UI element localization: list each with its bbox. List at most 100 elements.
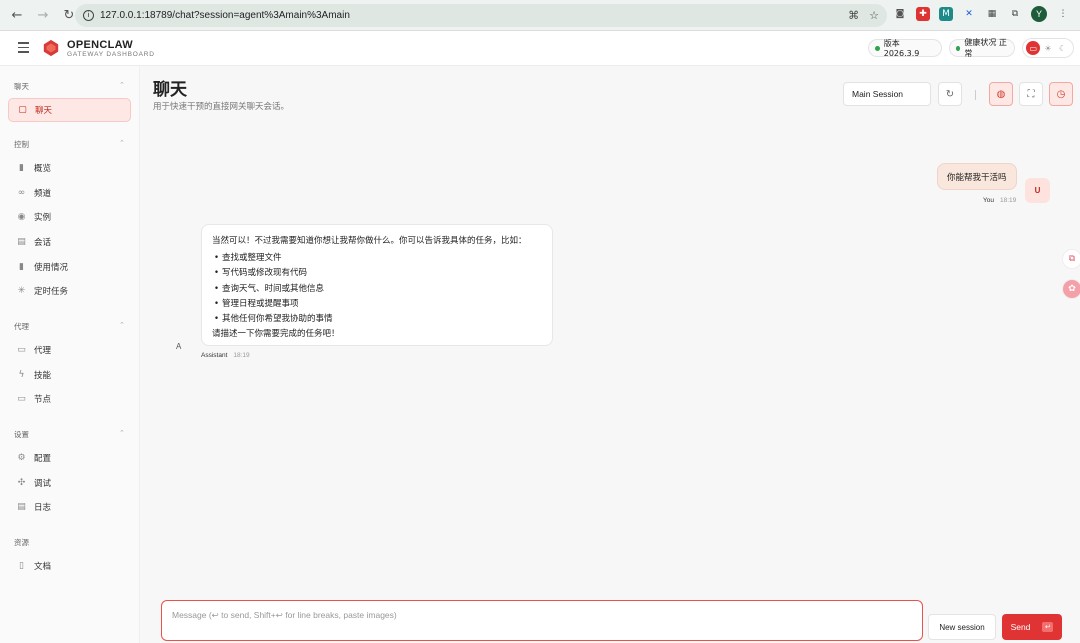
app-header: OPENCLAW GATEWAY DASHBOARD 版本 2026.3.9 健… bbox=[0, 31, 1080, 66]
brand-name: OPENCLAW bbox=[67, 39, 133, 51]
profile-avatar[interactable]: Y bbox=[1031, 6, 1047, 22]
sidebar-item-sessions[interactable]: ▤ 会话 bbox=[8, 230, 131, 254]
sun-icon[interactable]: ☀ bbox=[1041, 41, 1055, 55]
assistant-avatar: A bbox=[176, 342, 182, 351]
folder-icon: ▭ bbox=[17, 345, 26, 355]
assistant-sender: Assistant bbox=[201, 352, 228, 359]
sidebar-item-docs[interactable]: ▯ 文档 bbox=[8, 554, 131, 578]
usage-chart-icon: ▮ bbox=[19, 262, 24, 272]
focus-mode-icon[interactable]: ⛶ bbox=[1019, 82, 1043, 106]
extension-blue-icon[interactable]: ✕ bbox=[962, 7, 976, 21]
sidebar-item-label: 配置 bbox=[34, 454, 52, 464]
extension-teal-icon[interactable]: M bbox=[939, 7, 953, 21]
session-select[interactable]: Main Session bbox=[843, 82, 931, 106]
sidebar-item-label: 概览 bbox=[34, 164, 52, 174]
version-badge: 版本 2026.3.9 bbox=[868, 39, 942, 58]
sidebar-item-chat[interactable]: ▢ 聊天 bbox=[8, 98, 131, 122]
clock-icon[interactable]: ◷ bbox=[1049, 82, 1073, 106]
loader-icon: ✳ bbox=[17, 286, 26, 296]
assistant-timestamp: 18:19 bbox=[233, 352, 250, 359]
bolt-icon: ϟ bbox=[18, 370, 25, 380]
monitor-theme-icon[interactable]: ▭ bbox=[1026, 41, 1041, 55]
sidebar-item-channels[interactable]: ∞ 频道 bbox=[8, 181, 131, 205]
book-icon: ▯ bbox=[19, 561, 24, 571]
sidebar-item-usage[interactable]: ▮ 使用情况 bbox=[8, 255, 131, 279]
sidebar-item-nodes[interactable]: ▭ 节点 bbox=[8, 387, 131, 411]
sidebar: 聊天 ⌃ ▢ 聊天 控制 ⌃ ▮ 概览 ∞ 频道 ◉ 实例 ▤ 会话 ▮ 使用情况 ✳ 定时任… bbox=[0, 66, 140, 643]
health-badge: 健康状况 正常 bbox=[949, 38, 1015, 58]
user-timestamp: 18:19 bbox=[999, 197, 1017, 204]
theme-switcher: ▭ ☀ ☾ bbox=[1022, 38, 1074, 58]
browser-menu-icon[interactable]: ⋮ bbox=[1056, 7, 1070, 21]
sidebar-item-label: 调试 bbox=[34, 479, 52, 489]
back-icon[interactable]: ← bbox=[6, 4, 28, 26]
sidebar-item-label: 日志 bbox=[34, 503, 52, 513]
sidebar-item-cron[interactable]: ✳ 定时任务 bbox=[8, 279, 131, 303]
chevron-up-icon[interactable]: ⌃ bbox=[119, 429, 125, 437]
translate-icon[interactable]: ⌘ bbox=[848, 9, 859, 22]
sidebar-item-overview[interactable]: ▮ 概览 bbox=[8, 156, 131, 180]
assistant-outro: 请描述一下你需要完成的任务吧！ bbox=[212, 329, 340, 340]
section-title-agents: 代理 bbox=[14, 322, 29, 331]
translate-float-icon[interactable]: ⧉ bbox=[1062, 249, 1080, 269]
sidebar-item-debug[interactable]: ✣ 调试 bbox=[8, 471, 131, 495]
site-info-icon[interactable]: i bbox=[83, 10, 94, 21]
sidebar-item-label: 代理 bbox=[34, 346, 52, 356]
sidebar-item-label: 技能 bbox=[34, 371, 52, 381]
chat-icon: ▢ bbox=[18, 105, 27, 115]
chevron-up-icon[interactable]: ⌃ bbox=[119, 139, 125, 147]
sidebar-item-label: 节点 bbox=[34, 395, 52, 405]
assistant-message-bubble: 当然可以！不过我需要知道你想让我帮你做什么。你可以告诉我具体的任务，比如： 查找… bbox=[201, 224, 553, 346]
url-text: 127.0.0.1:18789/chat?session=agent%3Amai… bbox=[100, 10, 350, 21]
browser-toolbar: ← → ↻ i 127.0.0.1:18789/chat?session=age… bbox=[0, 0, 1080, 31]
assistant-list: 查找或整理文件 写代码或修改现有代码 查询天气、时间或其他信息 管理日程或提醒事… bbox=[212, 251, 542, 327]
send-button[interactable]: Send ↵ bbox=[1002, 614, 1062, 640]
assistant-float-icon[interactable]: ✿ bbox=[1062, 279, 1080, 299]
section-title-chat: 聊天 bbox=[14, 82, 29, 91]
bug-icon: ✣ bbox=[17, 478, 26, 488]
new-session-button[interactable]: New session bbox=[928, 614, 996, 640]
page-subtitle: 用于快速干预的直接网关聊天会话。 bbox=[153, 102, 290, 112]
extension-red-icon[interactable]: ✚ bbox=[916, 7, 930, 21]
refresh-icon[interactable]: ↻ bbox=[938, 82, 962, 106]
sidebar-item-instances[interactable]: ◉ 实例 bbox=[8, 205, 131, 229]
list-item: 管理日程或提醒事项 bbox=[212, 297, 542, 312]
document-icon: ▤ bbox=[17, 237, 26, 247]
toolbar-divider bbox=[975, 90, 976, 100]
list-item: 其他任何你希望我协助的事情 bbox=[212, 312, 542, 327]
extension-grid-icon[interactable]: ▦ bbox=[985, 7, 999, 21]
menu-toggle-icon[interactable] bbox=[18, 42, 29, 56]
forward-icon[interactable]: → bbox=[32, 4, 54, 26]
chevron-up-icon[interactable]: ⌃ bbox=[119, 321, 125, 329]
log-icon: ▤ bbox=[17, 502, 26, 512]
monitor-icon: ▭ bbox=[17, 394, 26, 404]
sidebar-item-skills[interactable]: ϟ 技能 bbox=[8, 363, 131, 387]
sidebar-item-label: 实例 bbox=[34, 213, 52, 223]
chevron-up-icon[interactable]: ⌃ bbox=[119, 81, 125, 89]
user-message-bubble: 你能帮我干活吗 bbox=[937, 163, 1017, 190]
sidebar-item-agents[interactable]: ▭ 代理 bbox=[8, 338, 131, 362]
thinking-toggle-icon[interactable]: ◍ bbox=[989, 82, 1013, 106]
assistant-intro: 当然可以！不过我需要知道你想让我帮你做什么。你可以告诉我具体的任务，比如： bbox=[212, 236, 527, 246]
radio-icon: ◉ bbox=[17, 212, 26, 222]
list-item: 查询天气、时间或其他信息 bbox=[212, 282, 542, 297]
extensions-puzzle-icon[interactable]: ⧉ bbox=[1008, 7, 1022, 21]
address-bar[interactable]: i 127.0.0.1:18789/chat?session=agent%3Am… bbox=[75, 4, 887, 27]
bookmark-star-icon[interactable]: ☆ bbox=[869, 9, 879, 22]
enter-key-icon: ↵ bbox=[1042, 622, 1054, 632]
sidebar-item-label: 定时任务 bbox=[34, 287, 69, 297]
section-title-resources: 资源 bbox=[14, 538, 29, 547]
sidebar-item-config[interactable]: ⚙ 配置 bbox=[8, 446, 131, 470]
sidebar-item-logs[interactable]: ▤ 日志 bbox=[8, 495, 131, 519]
sidebar-item-label: 频道 bbox=[34, 189, 52, 199]
sidebar-item-label: 使用情况 bbox=[34, 263, 69, 273]
page-title: 聊天 bbox=[153, 80, 187, 100]
moon-icon[interactable]: ☾ bbox=[1056, 41, 1070, 55]
version-label: 版本 2026.3.9 bbox=[883, 39, 920, 58]
user-sender: You bbox=[983, 197, 994, 204]
camera-extension-icon[interactable]: ◙ bbox=[893, 7, 907, 21]
list-item: 查找或整理文件 bbox=[212, 251, 542, 266]
user-message-text: 你能帮我干活吗 bbox=[947, 172, 1007, 183]
message-input[interactable]: Message (↩ to send, Shift+↩ for line bre… bbox=[161, 600, 923, 641]
send-label: Send bbox=[1010, 622, 1031, 632]
